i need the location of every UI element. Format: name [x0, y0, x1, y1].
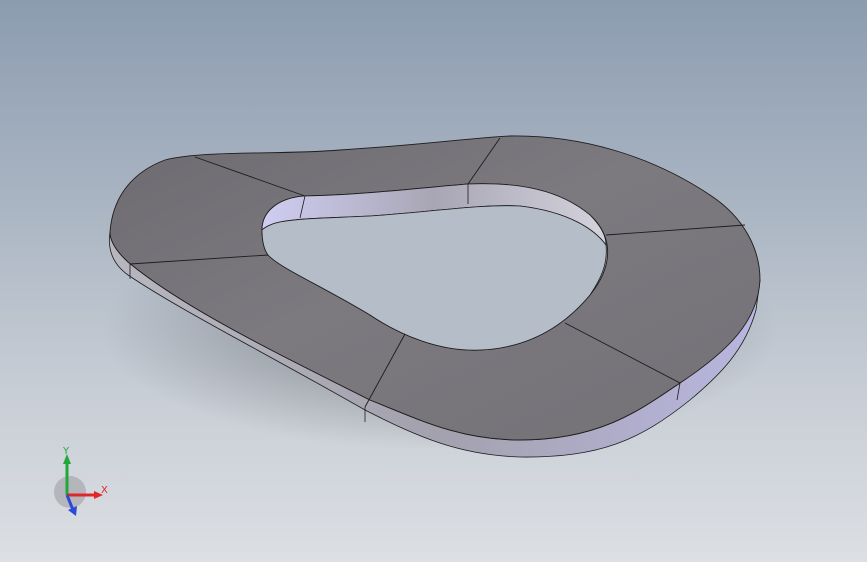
- y-axis-label: Y: [62, 446, 70, 457]
- wave-washer-model[interactable]: [0, 0, 867, 562]
- reference-triad[interactable]: Y X: [40, 440, 120, 520]
- x-axis-label: X: [101, 485, 108, 496]
- graphics-viewport[interactable]: Y X: [0, 0, 867, 562]
